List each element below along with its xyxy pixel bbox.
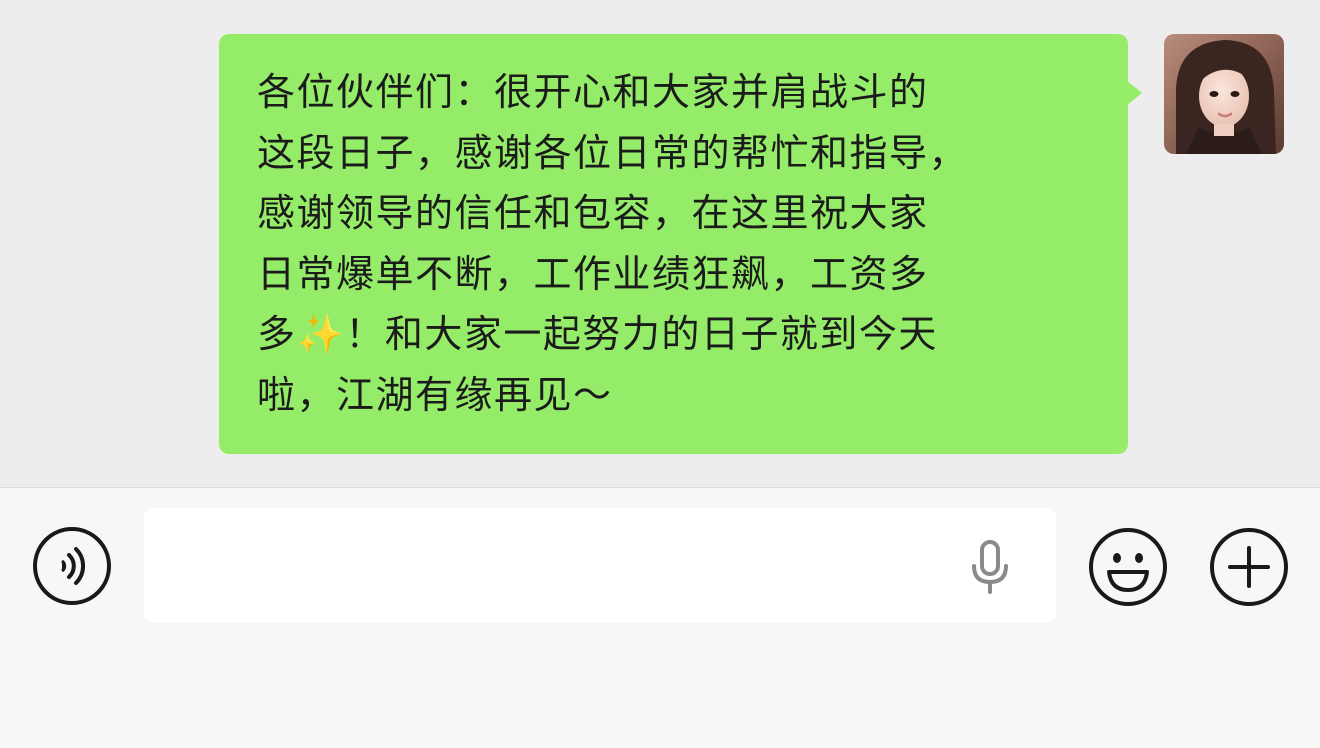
message-line-2: 这段日子，感谢各位日常的帮忙和指导， (257, 130, 969, 175)
message-line-5-end: ！和大家一起努力的日子就到今天 (345, 312, 938, 356)
message-bubble[interactable]: 各位伙伴们：很开心和大家并肩战斗的 这段日子，感谢各位日常的帮忙和指导， 感谢领… (219, 34, 1128, 454)
avatar-image (1164, 34, 1284, 154)
sparkles-emoji: ✨ (296, 312, 346, 356)
chat-area: 各位伙伴们：很开心和大家并肩战斗的 这段日子，感谢各位日常的帮忙和指导， 感谢领… (0, 0, 1320, 487)
message-row: 各位伙伴们：很开心和大家并肩战斗的 这段日子，感谢各位日常的帮忙和指导， 感谢领… (0, 0, 1320, 487)
message-text: 各位伙伴们：很开心和大家并肩战斗的 这段日子，感谢各位日常的帮忙和指导， 感谢领… (257, 62, 1092, 425)
user-avatar-photo-icon[interactable] (1164, 34, 1284, 154)
message-input[interactable] (144, 508, 1056, 623)
bubble-tail (1126, 80, 1142, 106)
message-line-6: 啦，江湖有缘再见～ (257, 372, 613, 417)
message-line-3: 感谢领导的信任和包容，在这里祝大家 (257, 191, 929, 235)
voice-toggle-icon[interactable] (32, 526, 112, 606)
message-line-4: 日常爆单不断，工作业绩狂飙，工资多 (257, 251, 929, 296)
microphone-icon[interactable] (966, 540, 1014, 596)
message-line-1: 各位伙伴们：很开心和大家并肩战斗的 (257, 70, 929, 114)
input-bar (0, 487, 1320, 748)
message-line-5-start: 多 (257, 312, 297, 356)
emoji-icon[interactable] (1087, 526, 1169, 608)
plus-icon[interactable] (1208, 526, 1290, 608)
